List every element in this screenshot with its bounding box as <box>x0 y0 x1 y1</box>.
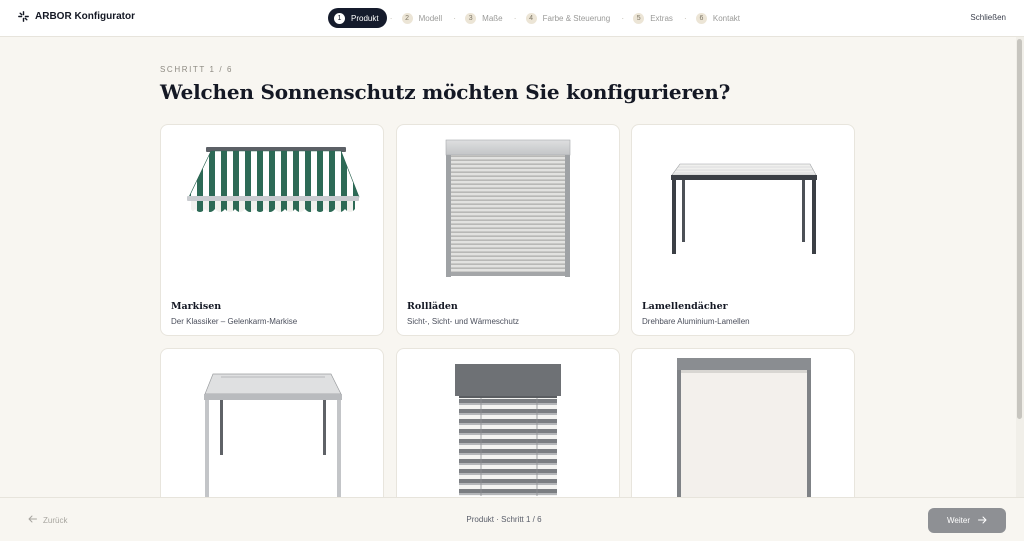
product-card-markisen[interactable]: Markisen Der Klassiker – Gelenkarm-Marki… <box>160 124 384 336</box>
step-status: Produkt · Schritt 1 / 6 <box>466 515 542 524</box>
close-button[interactable]: Schließen <box>970 13 1006 22</box>
product-description: Sicht-, Sicht- und Wärmeschutz <box>407 317 520 326</box>
step-number: 2 <box>401 12 413 24</box>
step-navigation: 1 Produkt · 2 Modell · 3 Maße · 4 Farbe … <box>328 8 748 28</box>
scrollbar-thumb[interactable] <box>1017 39 1022 419</box>
product-card-lamellendaecher[interactable]: Lamellendächer Drehbare Aluminium-Lamell… <box>631 124 855 336</box>
product-card-rolllaeden[interactable]: Rollläden Sicht-, Sicht- und Wärmeschutz <box>396 124 620 336</box>
product-card-6[interactable] <box>631 348 855 508</box>
page-title: Welchen Sonnenschutz möchten Sie konfigu… <box>160 80 731 104</box>
step-separator: · <box>621 13 625 23</box>
step-number: 4 <box>525 12 537 24</box>
step-number: 3 <box>465 12 477 24</box>
step-separator: · <box>453 13 457 23</box>
arrow-right-icon <box>977 516 987 526</box>
next-button[interactable]: Weiter <box>928 508 1006 533</box>
next-label: Weiter <box>947 516 970 525</box>
step-produkt[interactable]: 1 Produkt <box>328 8 387 28</box>
step-separator: · <box>683 13 687 23</box>
product-card-4[interactable] <box>160 348 384 508</box>
venetian-blind-icon <box>397 349 619 507</box>
product-card-5[interactable] <box>396 348 620 508</box>
step-label: Maße <box>482 13 503 23</box>
step-label: Extras <box>650 13 673 23</box>
step-number: 5 <box>633 12 645 24</box>
awning-icon <box>161 125 383 295</box>
step-masse[interactable]: 3 Maße <box>459 8 510 28</box>
product-description: Der Klassiker – Gelenkarm-Markise <box>171 317 298 326</box>
brand[interactable]: ARBOR Konfigurator <box>18 11 135 22</box>
step-farbe-steuerung[interactable]: 4 Farbe & Steuerung <box>520 8 619 28</box>
step-modell[interactable]: 2 Modell <box>396 8 451 28</box>
step-kontakt[interactable]: 6 Kontakt <box>690 8 748 28</box>
step-separator: · <box>389 13 393 23</box>
step-label: Farbe & Steuerung <box>542 13 611 23</box>
product-title: Markisen <box>171 301 222 312</box>
footer-bar: Zurück Produkt · Schritt 1 / 6 Weiter <box>0 497 1024 541</box>
step-label: Produkt <box>351 13 379 23</box>
step-number: 6 <box>695 12 707 24</box>
canopy-icon <box>161 349 383 507</box>
step-label: Kontakt <box>712 13 741 23</box>
pergola-icon <box>632 125 854 295</box>
screen-blind-icon <box>632 349 854 507</box>
product-title: Rollläden <box>407 301 458 312</box>
step-label: Modell <box>418 13 443 23</box>
step-separator: · <box>513 13 517 23</box>
product-title: Lamellendächer <box>642 301 728 312</box>
step-number: 1 <box>334 12 345 24</box>
app-title: ARBOR Konfigurator <box>35 11 135 22</box>
step-kicker: SCHRITT 1 / 6 <box>160 65 234 74</box>
top-bar: ARBOR Konfigurator 1 Produkt · 2 Modell … <box>0 0 1024 37</box>
logo-icon <box>18 11 29 22</box>
step-extras[interactable]: 5 Extras <box>627 8 681 28</box>
product-description: Drehbare Aluminium-Lamellen <box>642 317 750 326</box>
roller-shutter-icon <box>397 125 619 295</box>
